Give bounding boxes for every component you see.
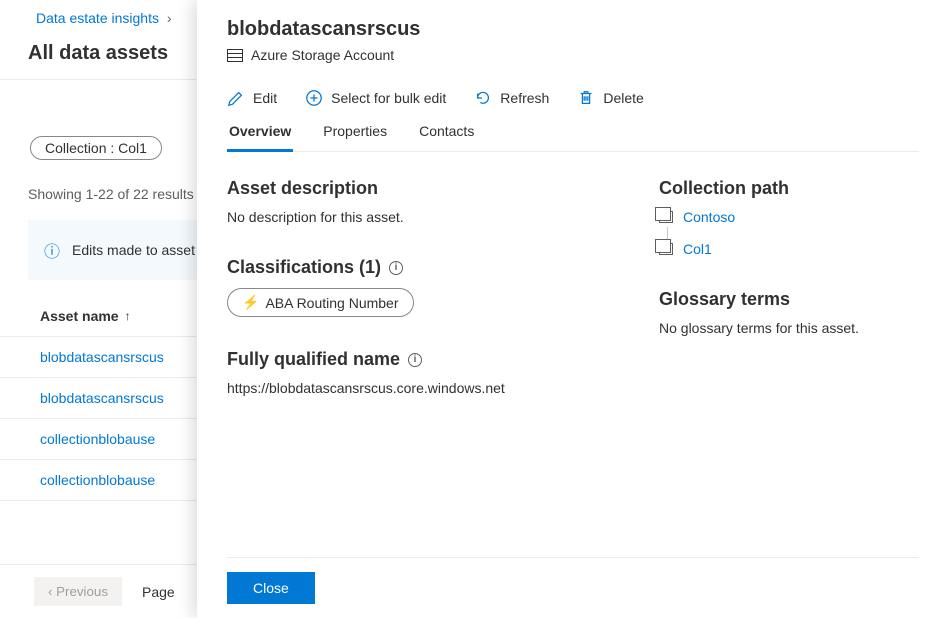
- fqn-heading-text: Fully qualified name: [227, 349, 400, 370]
- breadcrumb: Data estate insights ›: [0, 0, 200, 36]
- tab-properties[interactable]: Properties: [321, 123, 389, 151]
- classifications-heading-text: Classifications (1): [227, 257, 381, 278]
- delete-label: Delete: [603, 90, 643, 106]
- collection-path-link[interactable]: Col1: [683, 241, 712, 257]
- asset-description-value: No description for this asset.: [227, 209, 619, 225]
- collection-path-link[interactable]: Contoso: [683, 209, 735, 225]
- delete-button[interactable]: Delete: [577, 89, 643, 107]
- info-banner: ⓘ Edits made to asset: [28, 220, 200, 280]
- edit-button[interactable]: Edit: [227, 89, 277, 107]
- bulk-edit-button[interactable]: Select for bulk edit: [305, 89, 446, 107]
- bolt-icon: ⚡: [242, 294, 259, 311]
- command-bar: Edit Select for bulk edit Refresh Delete: [227, 89, 919, 107]
- page-label: Page: [142, 584, 175, 600]
- asset-subtitle: Azure Storage Account: [227, 47, 919, 63]
- info-banner-text: Edits made to asset: [72, 242, 195, 258]
- pagination: ‹ Previous Page: [0, 564, 200, 618]
- storage-account-icon: [227, 49, 243, 62]
- table-header-label: Asset name: [40, 308, 119, 324]
- detail-flyout: blobdatascansrscus Azure Storage Account…: [197, 0, 949, 618]
- sort-asc-icon: ↑: [125, 309, 131, 323]
- glossary-terms-heading: Glossary terms: [659, 289, 919, 310]
- result-count: Showing 1-22 of 22 results: [0, 170, 200, 216]
- edit-icon: [227, 89, 245, 107]
- tab-contacts[interactable]: Contacts: [417, 123, 476, 151]
- refresh-icon: [474, 89, 492, 107]
- bulk-edit-label: Select for bulk edit: [331, 90, 446, 106]
- classification-tag[interactable]: ⚡ ABA Routing Number: [227, 288, 414, 317]
- classification-tag-label: ABA Routing Number: [265, 295, 398, 311]
- info-icon[interactable]: i: [408, 353, 422, 367]
- table-row[interactable]: blobdatascansrscus: [0, 378, 200, 419]
- glossary-terms-value: No glossary terms for this asset.: [659, 320, 919, 336]
- asset-description-heading: Asset description: [227, 178, 619, 199]
- previous-button[interactable]: ‹ Previous: [34, 577, 122, 606]
- table-row[interactable]: collectionblobause: [0, 419, 200, 460]
- asset-title: blobdatascansrscus: [227, 18, 919, 41]
- info-icon[interactable]: i: [389, 261, 403, 275]
- asset-type-label: Azure Storage Account: [251, 47, 394, 63]
- classifications-heading: Classifications (1) i: [227, 257, 619, 278]
- trash-icon: [577, 89, 595, 107]
- tab-bar: Overview Properties Contacts: [227, 123, 919, 152]
- collection-icon: [659, 211, 673, 223]
- chevron-left-icon: ‹: [48, 584, 56, 599]
- left-panel: Data estate insights › All data assets C…: [0, 0, 200, 618]
- collection-path-heading: Collection path: [659, 178, 919, 199]
- refresh-button[interactable]: Refresh: [474, 89, 549, 107]
- filter-chip-collection[interactable]: Collection : Col1: [30, 136, 162, 160]
- table-row[interactable]: collectionblobause: [0, 460, 200, 501]
- table-row[interactable]: blobdatascansrscus: [0, 337, 200, 378]
- edit-label: Edit: [253, 90, 277, 106]
- chevron-right-icon: ›: [167, 10, 172, 26]
- plus-circle-icon: [305, 89, 323, 107]
- collection-icon: [659, 243, 673, 255]
- close-button[interactable]: Close: [227, 572, 315, 604]
- table-header-asset-name[interactable]: Asset name ↑: [0, 300, 200, 337]
- tab-overview[interactable]: Overview: [227, 123, 293, 152]
- previous-label: Previous: [56, 584, 108, 599]
- fqn-heading: Fully qualified name i: [227, 349, 619, 370]
- flyout-footer: Close: [227, 557, 919, 618]
- info-icon: ⓘ: [44, 238, 60, 262]
- refresh-label: Refresh: [500, 90, 549, 106]
- breadcrumb-link[interactable]: Data estate insights: [36, 10, 159, 26]
- fqn-value: https://blobdatascansrscus.core.windows.…: [227, 380, 619, 396]
